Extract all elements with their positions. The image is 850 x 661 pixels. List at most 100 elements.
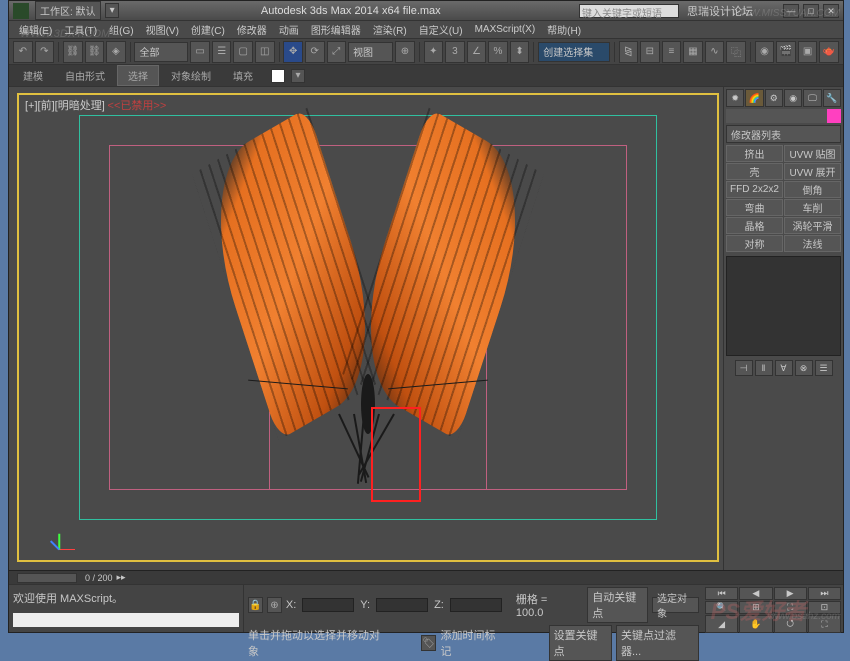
key-filter-dropdown[interactable]: 选定对象 bbox=[652, 597, 699, 613]
time-tag-icon[interactable]: 🏷 bbox=[421, 635, 437, 651]
zoom-extents-icon[interactable]: ⛶ bbox=[774, 601, 807, 614]
spinner-snap-button[interactable]: ⬍ bbox=[510, 41, 530, 63]
play-icon[interactable]: ▶ bbox=[774, 587, 807, 600]
time-slider[interactable] bbox=[17, 573, 77, 583]
utilities-tab-icon[interactable]: 🔧 bbox=[823, 89, 841, 107]
named-selection-set[interactable]: 创建选择集 bbox=[538, 42, 609, 62]
menu-tools[interactable]: 工具(T) bbox=[58, 22, 103, 37]
lock-selection-icon[interactable]: 🔒 bbox=[248, 597, 263, 613]
help-search-input[interactable]: 键入关键字或短语 bbox=[579, 4, 679, 18]
mod-normal[interactable]: 法线 bbox=[784, 235, 841, 252]
goto-end-icon[interactable]: ⏭ bbox=[808, 587, 841, 600]
viewport-label[interactable]: [+][前][明暗处理] <<已禁用>> bbox=[25, 97, 166, 113]
timeline-scroll-icon[interactable]: ▸▸ bbox=[117, 572, 126, 583]
move-button[interactable]: ✥ bbox=[283, 41, 303, 63]
render-frame-button[interactable]: ▣ bbox=[798, 41, 818, 63]
display-tab-icon[interactable]: 🖵 bbox=[803, 89, 821, 107]
viewport-front[interactable]: [+][前][明暗处理] <<已禁用>> bbox=[17, 93, 719, 562]
render-button[interactable]: 🫖 bbox=[819, 41, 839, 63]
redo-button[interactable]: ↷ bbox=[35, 41, 55, 63]
select-name-button[interactable]: ☰ bbox=[212, 41, 232, 63]
add-time-tag[interactable]: 添加时间标记 bbox=[440, 627, 504, 659]
modifier-stack[interactable] bbox=[726, 256, 841, 356]
menu-views[interactable]: 视图(V) bbox=[140, 22, 185, 37]
create-tab-icon[interactable]: ✹ bbox=[726, 89, 744, 107]
material-editor-button[interactable]: ◉ bbox=[755, 41, 775, 63]
modifier-list-dropdown[interactable]: 修改器列表 bbox=[726, 125, 841, 143]
pan-icon[interactable]: ✋ bbox=[739, 615, 772, 633]
tab-modeling[interactable]: 建模 bbox=[13, 66, 53, 85]
select-object-button[interactable]: ▭ bbox=[190, 41, 210, 63]
y-field[interactable] bbox=[376, 598, 428, 612]
menu-animation[interactable]: 动画 bbox=[273, 22, 305, 37]
menu-customize[interactable]: 自定义(U) bbox=[413, 22, 469, 37]
menu-group[interactable]: 组(G) bbox=[103, 22, 139, 37]
pivot-button[interactable]: ⊕ bbox=[395, 41, 415, 63]
menu-maxscript[interactable]: MAXScript(X) bbox=[469, 24, 542, 35]
angle-snap-button[interactable]: ∠ bbox=[467, 41, 487, 63]
maxscript-listener[interactable]: 欢迎使用 MAXScript。 bbox=[9, 585, 244, 632]
tab-freeform[interactable]: 自由形式 bbox=[55, 66, 115, 85]
zoom-all-icon[interactable]: ⊞ bbox=[739, 601, 772, 614]
bind-button[interactable]: ◈ bbox=[106, 41, 126, 63]
keyfilters-button[interactable]: 关键点过滤器... bbox=[616, 625, 699, 661]
curve-editor-button[interactable]: ∿ bbox=[705, 41, 725, 63]
menu-render[interactable]: 渲染(R) bbox=[367, 22, 413, 37]
fov-icon[interactable]: ◢ bbox=[705, 615, 738, 633]
remove-modifier-icon[interactable]: ⊗ bbox=[795, 360, 813, 376]
tab-populate[interactable]: 填充 bbox=[223, 66, 263, 85]
tab-selection[interactable]: 选择 bbox=[117, 65, 159, 86]
menu-help[interactable]: 帮助(H) bbox=[541, 22, 587, 37]
menu-modifiers[interactable]: 修改器 bbox=[231, 22, 273, 37]
selection-box[interactable] bbox=[371, 407, 421, 502]
mod-ffd[interactable]: FFD 2x2x2 bbox=[726, 181, 783, 198]
workspace-arrow-icon[interactable]: ▾ bbox=[105, 3, 119, 18]
object-color-swatch[interactable] bbox=[827, 109, 841, 123]
orbit-icon[interactable]: ⭯ bbox=[774, 615, 807, 633]
configure-sets-icon[interactable]: ☰ bbox=[815, 360, 833, 376]
mod-turbosmooth[interactable]: 涡轮平滑 bbox=[784, 217, 841, 234]
select-region-button[interactable]: ▢ bbox=[233, 41, 253, 63]
mod-extrude[interactable]: 挤出 bbox=[726, 145, 783, 162]
minimize-button[interactable]: — bbox=[783, 4, 799, 18]
zoom-extents-all-icon[interactable]: ⊡ bbox=[808, 601, 841, 614]
mod-shell[interactable]: 壳 bbox=[726, 163, 783, 180]
ribbon-toggle-button[interactable]: ▦ bbox=[683, 41, 703, 63]
mod-uvwmap[interactable]: UVW 贴图 bbox=[784, 145, 841, 162]
undo-button[interactable]: ↶ bbox=[13, 41, 33, 63]
make-unique-icon[interactable]: ∀ bbox=[775, 360, 793, 376]
goto-start-icon[interactable]: ⏮ bbox=[705, 587, 738, 600]
motion-tab-icon[interactable]: ◉ bbox=[784, 89, 802, 107]
prev-frame-icon[interactable]: ◀ bbox=[739, 587, 772, 600]
setkey-button[interactable]: 设置关键点 bbox=[549, 625, 612, 661]
mod-uvwunwrap[interactable]: UVW 展开 bbox=[784, 163, 841, 180]
link-button[interactable]: ⛓ bbox=[63, 41, 83, 63]
x-field[interactable] bbox=[302, 598, 354, 612]
timeline[interactable]: 0 / 200 ▸▸ bbox=[9, 570, 843, 584]
mod-lathe[interactable]: 车削 bbox=[784, 199, 841, 216]
show-end-result-icon[interactable]: ‖ bbox=[755, 360, 773, 376]
mirror-button[interactable]: ⧎ bbox=[619, 41, 639, 63]
z-field[interactable] bbox=[450, 598, 502, 612]
workspace-dropdown[interactable]: 工作区: 默认 bbox=[35, 1, 101, 20]
zoom-icon[interactable]: 🔍 bbox=[705, 601, 738, 614]
menu-graph[interactable]: 图形编辑器 bbox=[305, 22, 367, 37]
scale-button[interactable]: ⤢ bbox=[327, 41, 347, 63]
maximize-button[interactable]: □ bbox=[803, 4, 819, 18]
manipulate-button[interactable]: ✦ bbox=[424, 41, 444, 63]
mod-bevel[interactable]: 倒角 bbox=[784, 181, 841, 198]
tab-object-paint[interactable]: 对象绘制 bbox=[161, 66, 221, 85]
autokey-button[interactable]: 自动关键点 bbox=[587, 587, 648, 623]
mod-symmetry[interactable]: 对称 bbox=[726, 235, 783, 252]
close-button[interactable]: ✕ bbox=[823, 4, 839, 18]
hierarchy-tab-icon[interactable]: ⚙ bbox=[765, 89, 783, 107]
mod-bend[interactable]: 弯曲 bbox=[726, 199, 783, 216]
align-button[interactable]: ⊟ bbox=[640, 41, 660, 63]
schematic-view-button[interactable]: ⿻ bbox=[726, 41, 746, 63]
unlink-button[interactable]: ⛓ bbox=[85, 41, 105, 63]
render-setup-button[interactable]: 🎬 bbox=[776, 41, 796, 63]
modify-tab-icon[interactable]: 🌈 bbox=[745, 89, 763, 107]
ribbon-color-swatch[interactable] bbox=[271, 69, 285, 83]
layers-button[interactable]: ≡ bbox=[662, 41, 682, 63]
ref-coord-dropdown[interactable]: 视图 bbox=[348, 42, 393, 62]
